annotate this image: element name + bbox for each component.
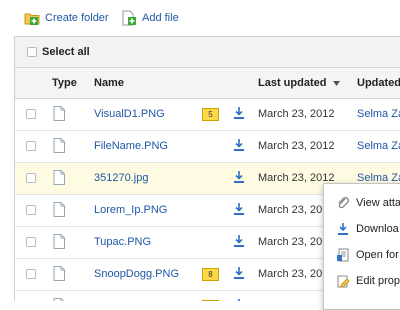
column-last-updated-label: Last updated bbox=[258, 77, 327, 89]
menu-item-view-attachment[interactable]: View atta bbox=[324, 190, 400, 216]
comment-count-badge[interactable]: 5 bbox=[202, 108, 219, 121]
create-folder-label: Create folder bbox=[45, 12, 109, 24]
comment-count-badge[interactable]: 8 bbox=[202, 268, 219, 281]
file-name-link[interactable]: Tupac.PNG bbox=[94, 236, 151, 248]
row-checkbox[interactable] bbox=[26, 173, 36, 183]
download-icon[interactable] bbox=[233, 234, 245, 251]
file-name-link[interactable]: FileName.PNG bbox=[94, 140, 168, 152]
last-updated-date: March 23, 2012 bbox=[258, 108, 335, 120]
download-icon bbox=[336, 222, 350, 236]
row-checkbox[interactable] bbox=[26, 237, 36, 247]
open-document-icon bbox=[336, 248, 350, 262]
last-updated-date: March 23, 2012 bbox=[258, 140, 335, 152]
paperclip-icon bbox=[336, 196, 350, 210]
edit-properties-icon bbox=[336, 274, 350, 288]
file-type-icon bbox=[53, 138, 65, 156]
download-icon[interactable] bbox=[233, 202, 245, 219]
add-file-label: Add file bbox=[142, 12, 179, 24]
toolbar: Create folder Add file bbox=[0, 0, 400, 36]
file-type-icon bbox=[53, 202, 65, 220]
table-row[interactable]: FileName.PNG March 23, 2012 Selma Za bbox=[15, 131, 400, 163]
download-icon[interactable] bbox=[233, 138, 245, 155]
row-checkbox[interactable] bbox=[26, 141, 36, 151]
file-name-link[interactable]: 351270.jpg bbox=[94, 172, 148, 184]
row-checkbox[interactable] bbox=[26, 109, 36, 119]
updated-by-link[interactable]: Selma Za bbox=[357, 140, 400, 152]
select-all-checkbox[interactable] bbox=[27, 47, 37, 57]
file-type-icon bbox=[53, 106, 65, 124]
column-name[interactable]: Name bbox=[94, 77, 124, 89]
menu-item-label: Open for bbox=[356, 249, 399, 261]
menu-item-label: View atta bbox=[356, 197, 400, 209]
download-icon[interactable] bbox=[233, 170, 245, 187]
download-icon[interactable] bbox=[233, 106, 245, 123]
row-checkbox[interactable] bbox=[26, 269, 36, 279]
comment-count-badge[interactable]: 3 bbox=[202, 300, 219, 301]
table-row[interactable]: VisualD1.PNG 5 March 23, 2012 Selma Za bbox=[15, 99, 400, 131]
file-name-link[interactable]: WarrenG.PNG bbox=[94, 300, 165, 301]
file-name-link[interactable]: SnoopDogg.PNG bbox=[94, 268, 179, 280]
file-type-icon bbox=[53, 266, 65, 284]
sort-desc-icon bbox=[332, 80, 340, 86]
row-checkbox[interactable] bbox=[26, 205, 36, 215]
column-updated-by[interactable]: Updated bbox=[357, 77, 400, 89]
select-all-bar: Select all bbox=[15, 37, 400, 68]
menu-item-open-for-edit[interactable]: Open for bbox=[324, 242, 400, 268]
file-type-icon bbox=[53, 170, 65, 188]
table-header: Type Name Last updated Updated bbox=[15, 68, 400, 99]
updated-by-link[interactable]: Selma Za bbox=[357, 108, 400, 120]
file-type-icon bbox=[53, 234, 65, 252]
create-folder-button[interactable]: Create folder bbox=[24, 10, 109, 26]
file-add-icon bbox=[121, 10, 137, 26]
column-last-updated[interactable]: Last updated bbox=[258, 77, 340, 89]
download-icon[interactable] bbox=[233, 266, 245, 283]
column-type: Type bbox=[52, 77, 77, 89]
file-name-link[interactable]: Lorem_Ip.PNG bbox=[94, 204, 167, 216]
add-file-button[interactable]: Add file bbox=[121, 10, 179, 26]
folder-add-icon bbox=[24, 10, 40, 26]
menu-item-label: Downloa bbox=[356, 223, 399, 235]
context-menu: View atta Downloa Open for Edit prop bbox=[323, 183, 400, 310]
select-all-label: Select all bbox=[42, 46, 90, 58]
menu-item-edit-properties[interactable]: Edit prop bbox=[324, 268, 400, 294]
file-name-link[interactable]: VisualD1.PNG bbox=[94, 108, 165, 120]
menu-item-label: Edit prop bbox=[356, 275, 400, 287]
menu-item-download[interactable]: Downloa bbox=[324, 216, 400, 242]
